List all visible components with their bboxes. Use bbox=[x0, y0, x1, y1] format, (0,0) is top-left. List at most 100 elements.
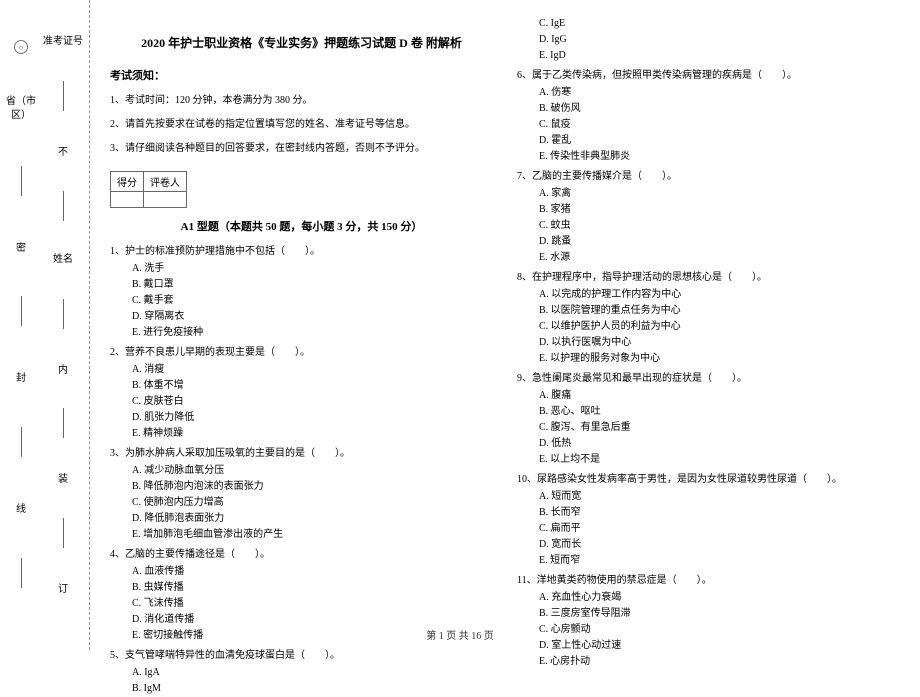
q3-opt-d: D. 降低肺泡表面张力 bbox=[132, 511, 493, 527]
q3-opt-e: E. 增加肺泡毛细血管渗出液的产生 bbox=[132, 527, 493, 543]
score-table: 得分 评卷人 bbox=[110, 171, 187, 208]
circle-mark: ○ bbox=[14, 40, 28, 54]
q2-opt-b: B. 体重不增 bbox=[132, 378, 493, 394]
q9-opt-d: D. 低热 bbox=[539, 436, 900, 452]
q7-opt-a: A. 家禽 bbox=[539, 186, 900, 202]
q2-opt-a: A. 消瘦 bbox=[132, 362, 493, 378]
q7-opt-e: E. 水源 bbox=[539, 250, 900, 266]
label-region: 省（市区） bbox=[0, 95, 42, 123]
exam-title: 2020 年护士职业资格《专业实务》押题练习试题 D 卷 附解析 bbox=[110, 34, 493, 51]
q9-opt-a: A. 腹痛 bbox=[539, 388, 900, 404]
seal-ding: 订 bbox=[58, 580, 68, 595]
q5-options-cont: C. IgE D. IgG E. IgD bbox=[517, 16, 900, 64]
q9-opt-b: B. 恶心、呕吐 bbox=[539, 404, 900, 420]
question-block: 11、洋地黄类药物使用的禁忌症是（ ）。 A. 充血性心力衰竭 B. 三度房室传… bbox=[517, 573, 900, 670]
underline bbox=[63, 191, 64, 221]
q10-opt-c: C. 扁而平 bbox=[539, 521, 900, 537]
q4-opt-d: D. 消化道传播 bbox=[132, 612, 493, 628]
q5-opt-b: B. IgM bbox=[132, 681, 493, 697]
binding-margin: ○ 省（市区） 密 封 线 准考证号 不 姓名 内 装 订 bbox=[0, 0, 90, 650]
q9-opt-c: C. 腹泻、有里急后重 bbox=[539, 420, 900, 436]
question-block: 8、在护理程序中，指导护理活动的思想核心是（ ）。 A. 以完成的护理工作内容为… bbox=[517, 270, 900, 367]
q5-opt-e: E. IgD bbox=[539, 48, 900, 64]
q9-opt-e: E. 以上均不是 bbox=[539, 452, 900, 468]
margin-col-inner: 准考证号 不 姓名 内 装 订 bbox=[42, 0, 84, 650]
score-cell-score: 得分 bbox=[111, 172, 144, 192]
q2-opt-d: D. 肌张力降低 bbox=[132, 410, 493, 426]
q10-opt-b: B. 长而窄 bbox=[539, 505, 900, 521]
label-name: 姓名 bbox=[53, 253, 73, 267]
question-block: 7、乙脑的主要传播媒介是（ ）。 A. 家禽 B. 家猪 C. 蚊虫 D. 跳蚤… bbox=[517, 169, 900, 266]
score-cell-blank2 bbox=[144, 192, 187, 208]
q6-opt-a: A. 伤寒 bbox=[539, 85, 900, 101]
q4-opt-b: B. 虫媒传播 bbox=[132, 580, 493, 596]
notice-head: 考试须知： bbox=[110, 67, 493, 83]
q10-options: A. 短而宽 B. 长而窄 C. 扁而平 D. 宽而长 E. 短而窄 bbox=[517, 489, 900, 569]
q10-opt-d: D. 宽而长 bbox=[539, 537, 900, 553]
q7-options: A. 家禽 B. 家猪 C. 蚊虫 D. 跳蚤 E. 水源 bbox=[517, 186, 900, 266]
q11-stem: 11、洋地黄类药物使用的禁忌症是（ ）。 bbox=[517, 573, 900, 588]
q8-options: A. 以完成的护理工作内容为中心 B. 以医院管理的重点任务为中心 C. 以维护… bbox=[517, 287, 900, 367]
q5-opt-a: A. IgA bbox=[132, 665, 493, 681]
q7-opt-b: B. 家猪 bbox=[539, 202, 900, 218]
q7-stem: 7、乙脑的主要传播媒介是（ ）。 bbox=[517, 169, 900, 184]
underline bbox=[63, 518, 64, 548]
q9-options: A. 腹痛 B. 恶心、呕吐 C. 腹泻、有里急后重 D. 低热 E. 以上均不… bbox=[517, 388, 900, 468]
instruction-2: 2、请首先按要求在试卷的指定位置填写您的姓名、准考证号等信息。 bbox=[110, 117, 493, 133]
q11-opt-e: E. 心房扑动 bbox=[539, 654, 900, 670]
question-block: 9、急性阑尾炎最常见和最早出现的症状是（ ）。 A. 腹痛 B. 恶心、呕吐 C… bbox=[517, 371, 900, 468]
right-column: C. IgE D. IgG E. IgD 6、属于乙类传染病，但按照甲类传染病管… bbox=[505, 10, 912, 650]
q10-opt-a: A. 短而宽 bbox=[539, 489, 900, 505]
q8-opt-d: D. 以执行医嘱为中心 bbox=[539, 335, 900, 351]
question-block: 5、支气管哮喘特异性的血清免疫球蛋白是（ ）。 A. IgA B. IgM bbox=[110, 648, 493, 697]
question-block: 6、属于乙类传染病，但按照甲类传染病管理的疾病是（ ）。 A. 伤寒 B. 破伤… bbox=[517, 68, 900, 165]
seal-mi: 密 bbox=[16, 239, 26, 254]
score-cell-blank1 bbox=[111, 192, 144, 208]
q8-opt-e: E. 以护理的服务对象为中心 bbox=[539, 351, 900, 367]
underline bbox=[21, 296, 22, 326]
q6-options: A. 伤寒 B. 破伤风 C. 鼠疫 D. 霍乱 E. 传染性非典型肺炎 bbox=[517, 85, 900, 165]
q10-stem: 10、尿路感染女性发病率高于男性，是因为女性尿道较男性尿道（ ）。 bbox=[517, 472, 900, 487]
q9-stem: 9、急性阑尾炎最常见和最早出现的症状是（ ）。 bbox=[517, 371, 900, 386]
q6-opt-b: B. 破伤风 bbox=[539, 101, 900, 117]
q1-opt-e: E. 进行免疫接种 bbox=[132, 325, 493, 341]
underline bbox=[21, 558, 22, 588]
q8-stem: 8、在护理程序中，指导护理活动的思想核心是（ ）。 bbox=[517, 270, 900, 285]
q2-stem: 2、营养不良患儿早期的表现主要是（ ）。 bbox=[110, 345, 493, 360]
content-area: 2020 年护士职业资格《专业实务》押题练习试题 D 卷 附解析 考试须知： 1… bbox=[90, 0, 920, 650]
underline bbox=[63, 299, 64, 329]
q5-opt-d: D. IgG bbox=[539, 32, 900, 48]
seal-nei: 内 bbox=[58, 361, 68, 376]
q2-opt-c: C. 皮肤苍白 bbox=[132, 394, 493, 410]
q3-opt-b: B. 降低肺泡内泡沫的表面张力 bbox=[132, 479, 493, 495]
q7-opt-d: D. 跳蚤 bbox=[539, 234, 900, 250]
q1-opt-d: D. 穿隔离衣 bbox=[132, 309, 493, 325]
q6-stem: 6、属于乙类传染病，但按照甲类传染病管理的疾病是（ ）。 bbox=[517, 68, 900, 83]
q8-opt-b: B. 以医院管理的重点任务为中心 bbox=[539, 303, 900, 319]
q10-opt-e: E. 短而窄 bbox=[539, 553, 900, 569]
q8-opt-a: A. 以完成的护理工作内容为中心 bbox=[539, 287, 900, 303]
q5-opt-c: C. IgE bbox=[539, 16, 900, 32]
score-cell-grader: 评卷人 bbox=[144, 172, 187, 192]
q3-options: A. 减少动脉血氧分压 B. 降低肺泡内泡沫的表面张力 C. 使肺泡内压力增高 … bbox=[110, 463, 493, 543]
seal-xian: 线 bbox=[16, 500, 26, 515]
left-column: 2020 年护士职业资格《专业实务》押题练习试题 D 卷 附解析 考试须知： 1… bbox=[98, 10, 505, 650]
q4-stem: 4、乙脑的主要传播途径是（ ）。 bbox=[110, 547, 493, 562]
q1-opt-c: C. 戴手套 bbox=[132, 293, 493, 309]
seal-bu: 不 bbox=[58, 143, 68, 158]
page-footer: 第 1 页 共 16 页 bbox=[0, 627, 920, 642]
q7-opt-c: C. 蚊虫 bbox=[539, 218, 900, 234]
q6-opt-c: C. 鼠疫 bbox=[539, 117, 900, 133]
question-block: 3、为肺水肿病人采取加压吸氧的主要目的是（ ）。 A. 减少动脉血氧分压 B. … bbox=[110, 446, 493, 543]
question-block: 10、尿路感染女性发病率高于男性，是因为女性尿道较男性尿道（ ）。 A. 短而宽… bbox=[517, 472, 900, 569]
type-a-head: A1 型题（本题共 50 题，每小题 3 分，共 150 分） bbox=[110, 218, 493, 234]
q1-opt-b: B. 戴口罩 bbox=[132, 277, 493, 293]
q11-opt-a: A. 充血性心力衰竭 bbox=[539, 590, 900, 606]
q5-options: A. IgA B. IgM bbox=[110, 665, 493, 697]
q3-stem: 3、为肺水肿病人采取加压吸氧的主要目的是（ ）。 bbox=[110, 446, 493, 461]
q1-opt-a: A. 洗手 bbox=[132, 261, 493, 277]
q4-opt-a: A. 血液传播 bbox=[132, 564, 493, 580]
q3-opt-a: A. 减少动脉血氧分压 bbox=[132, 463, 493, 479]
margin-col-outer: ○ 省（市区） 密 封 线 bbox=[0, 0, 42, 650]
underline bbox=[21, 427, 22, 457]
